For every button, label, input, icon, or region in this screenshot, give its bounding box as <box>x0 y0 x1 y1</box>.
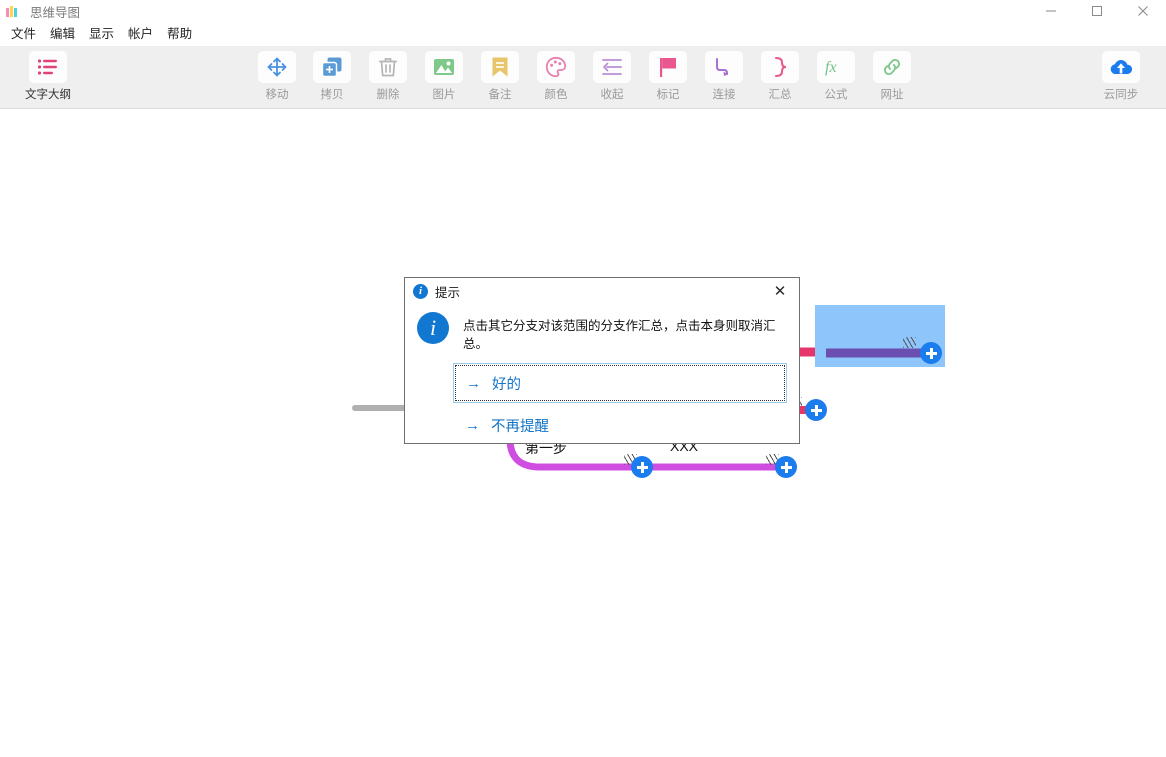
maximize-button[interactable] <box>1074 0 1120 22</box>
cloud-upload-icon <box>1102 51 1140 83</box>
dialog-options: → 好的 → 不再提醒 <box>405 353 799 443</box>
info-icon-large: i <box>417 312 449 344</box>
m-logo-icon <box>6 5 20 17</box>
dialog-close-button[interactable]: ✕ <box>767 280 793 302</box>
toolbar-button-color[interactable]: 颜色 <box>529 51 583 102</box>
toolbar-button-image[interactable]: 图片 <box>417 51 471 102</box>
arrow-right-icon: → <box>465 417 480 434</box>
dialog-option-ok-label: 好的 <box>492 373 521 394</box>
toolbar-button-flag[interactable]: 标记 <box>641 51 695 102</box>
dialog-option-dont-remind-label: 不再提醒 <box>491 415 549 436</box>
image-icon <box>425 51 463 83</box>
info-icon: i <box>413 284 428 299</box>
window-controls <box>1028 0 1166 22</box>
toolbar-label-connect: 连接 <box>713 86 736 102</box>
flag-icon <box>649 51 687 83</box>
dialog-titlebar: i 提示 ✕ <box>405 278 799 304</box>
connect-icon <box>705 51 743 83</box>
prompt-dialog: i 提示 ✕ i 点击其它分支对该范围的分支作汇总，点击本身则取消汇总。 → 好… <box>404 277 800 444</box>
close-button[interactable] <box>1120 0 1166 22</box>
add-node-button[interactable] <box>775 456 797 478</box>
formula-fx-icon: fx <box>817 51 855 83</box>
add-node-button[interactable] <box>631 456 653 478</box>
toolbar-label-move: 移动 <box>266 86 289 102</box>
toolbar-label-flag: 标记 <box>657 86 680 102</box>
toolbar-label-summary: 汇总 <box>769 86 792 102</box>
summary-brace-icon <box>761 51 799 83</box>
toolbar-label-outline: 文字大纲 <box>25 86 71 102</box>
toolbar-button-summary[interactable]: 汇总 <box>753 51 807 102</box>
toolbar-button-note[interactable]: 备注 <box>473 51 527 102</box>
toolbar-label-delete: 删除 <box>377 86 400 102</box>
toolbar-button-connect[interactable]: 连接 <box>697 51 751 102</box>
toolbar-button-cloud-sync[interactable]: 云同步 <box>1094 51 1148 102</box>
toolbar-label-color: 颜色 <box>545 86 568 102</box>
note-icon <box>481 51 519 83</box>
dialog-message-row: i 点击其它分支对该范围的分支作汇总，点击本身则取消汇总。 <box>405 304 799 353</box>
minimize-button[interactable] <box>1028 0 1074 22</box>
toolbar-label-collapse: 收起 <box>601 86 624 102</box>
toolbar-button-outline[interactable]: 文字大纲 <box>21 51 75 102</box>
palette-icon <box>537 51 575 83</box>
toolbar-label-cloud-sync: 云同步 <box>1104 86 1139 102</box>
dialog-message: 点击其它分支对该范围的分支作汇总，点击本身则取消汇总。 <box>463 318 785 353</box>
toolbar-button-formula[interactable]: fx 公式 <box>809 51 863 102</box>
arrow-right-icon: → <box>466 375 481 392</box>
dialog-option-dont-remind[interactable]: → 不再提醒 <box>453 407 787 443</box>
toolbar-label-image: 图片 <box>433 86 456 102</box>
svg-text:fx: fx <box>825 59 837 76</box>
dialog-option-ok[interactable]: → 好的 <box>453 363 787 403</box>
trash-icon <box>369 51 407 83</box>
menu-view[interactable]: 显示 <box>82 25 121 44</box>
menu-file[interactable]: 文件 <box>4 25 43 44</box>
toolbar-button-url[interactable]: 网址 <box>865 51 919 102</box>
menu-account[interactable]: 帐户 <box>121 25 160 44</box>
copy-icon <box>313 51 351 83</box>
menu-help[interactable]: 帮助 <box>160 25 199 44</box>
window-titlebar: 思维导图 <box>0 0 1166 22</box>
link-icon <box>873 51 911 83</box>
toolbar-button-delete[interactable]: 删除 <box>361 51 415 102</box>
menu-edit[interactable]: 编辑 <box>43 25 82 44</box>
toolbar-button-copy[interactable]: 拷贝 <box>305 51 359 102</box>
toolbar-label-copy: 拷贝 <box>321 86 344 102</box>
branch-drag-handle[interactable] <box>903 337 916 348</box>
app-title: 思维导图 <box>30 2 80 21</box>
move-icon <box>258 51 296 83</box>
add-node-button[interactable] <box>920 342 942 364</box>
menubar: 文件 编辑 显示 帐户 帮助 <box>0 22 1166 46</box>
collapse-icon <box>593 51 631 83</box>
toolbar-label-note: 备注 <box>489 86 512 102</box>
dialog-title: 提示 <box>435 282 460 301</box>
toolbar-label-url: 网址 <box>881 86 904 102</box>
toolbar-label-formula: 公式 <box>825 86 848 102</box>
toolbar-button-move[interactable]: 移动 <box>250 51 304 102</box>
add-node-button[interactable] <box>805 399 827 421</box>
toolbar-button-collapse[interactable]: 收起 <box>585 51 639 102</box>
toolbar: 文字大纲 移动 拷贝 <box>0 46 1166 109</box>
outline-list-icon <box>29 51 67 83</box>
